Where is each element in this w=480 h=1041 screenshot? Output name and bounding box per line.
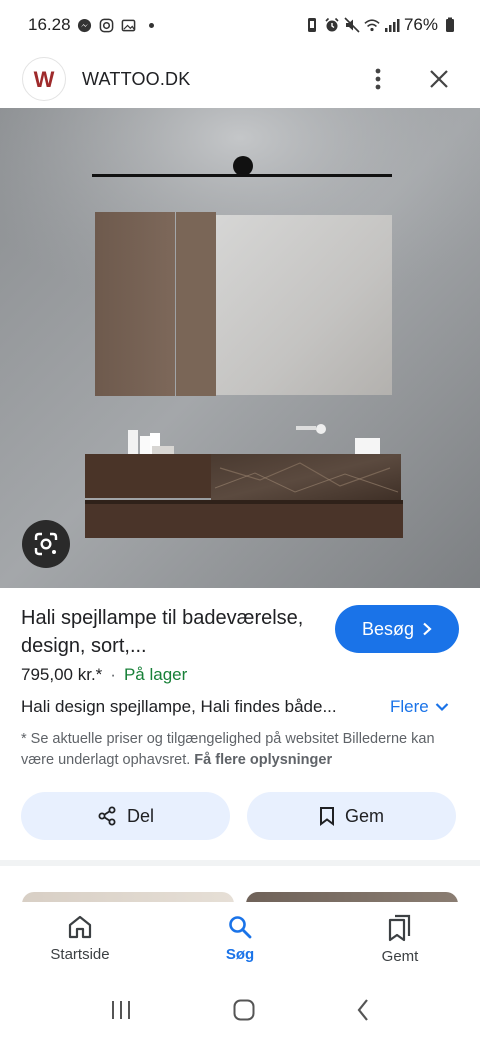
- system-nav-bar: [0, 984, 480, 1041]
- instagram-icon: [99, 17, 115, 33]
- nav-search[interactable]: Søg: [160, 902, 320, 982]
- nav-search-label: Søg: [225, 946, 255, 963]
- save-button[interactable]: Gem: [247, 792, 456, 840]
- gallery-icon: [121, 17, 137, 33]
- close-icon: [430, 70, 448, 88]
- bookmark-icon: [319, 807, 334, 826]
- share-button[interactable]: Del: [21, 792, 230, 840]
- more-info-link[interactable]: Få flere oplysninger: [194, 752, 332, 768]
- status-time: 16.28: [28, 15, 71, 34]
- alarm-icon: [324, 17, 340, 33]
- svg-text:W: W: [34, 67, 55, 91]
- disclaimer: * Se aktuelle priser og tilgængelighed p…: [21, 729, 461, 771]
- nav-saved-label: Gemt: [381, 948, 419, 965]
- site-header: W WATTOO.DK: [0, 50, 480, 108]
- more-vert-icon: [375, 68, 381, 90]
- recent-apps-button[interactable]: [110, 999, 132, 1026]
- nav-home[interactable]: Startside: [0, 902, 160, 982]
- section-divider: [0, 860, 480, 866]
- vibrate-icon: [304, 17, 320, 33]
- notification-dot: [148, 22, 154, 28]
- wifi-icon: [364, 17, 380, 33]
- wattoo-logo-icon: W: [34, 67, 55, 91]
- status-bar: 16.28 76%: [0, 0, 480, 50]
- visit-label: Besøg: [361, 618, 415, 639]
- product-price: 795,00 kr.*: [21, 665, 103, 684]
- signal-icon: [384, 17, 400, 33]
- chevron-down-icon: [435, 703, 449, 712]
- battery-percent: 76%: [403, 15, 438, 34]
- site-favicon[interactable]: W: [22, 57, 66, 101]
- nav-home-label: Startside: [50, 946, 110, 963]
- close-button[interactable]: [424, 64, 454, 94]
- recent-apps-icon: [112, 1001, 130, 1019]
- bookmarks-icon: [388, 914, 411, 942]
- more-label: Flere: [390, 697, 429, 716]
- battery-icon: [442, 17, 458, 33]
- save-label: Gem: [344, 805, 384, 826]
- home-button[interactable]: [232, 998, 256, 1027]
- more-button[interactable]: Flere: [390, 697, 449, 717]
- nav-saved[interactable]: Gemt: [320, 902, 480, 982]
- chevron-right-icon: [423, 622, 432, 636]
- home-circle-icon: [233, 999, 255, 1021]
- bottom-nav: Startside Søg Gemt: [0, 902, 480, 982]
- back-icon: [357, 999, 368, 1021]
- site-name[interactable]: WATTOO.DK: [82, 69, 190, 90]
- product-title[interactable]: Hali spejllampe til badeværelse, design,…: [21, 604, 321, 660]
- mute-icon: [344, 17, 360, 33]
- back-button[interactable]: [356, 998, 370, 1027]
- share-label: Del: [126, 805, 154, 826]
- stock-status: På lager: [123, 665, 188, 684]
- product-description: Hali design spejllampe, Hali findes både…: [21, 697, 337, 716]
- price-row: 795,00 kr.* · På lager: [21, 665, 187, 685]
- messenger-icon: [77, 17, 93, 33]
- more-options-button[interactable]: [366, 64, 390, 94]
- google-lens-button[interactable]: [22, 520, 70, 568]
- separator: ·: [110, 665, 116, 684]
- product-image[interactable]: [0, 108, 480, 588]
- share-icon: [98, 806, 116, 826]
- lens-icon: [34, 532, 58, 556]
- visit-button[interactable]: Besøg: [335, 605, 459, 653]
- search-icon: [229, 916, 252, 939]
- home-icon: [68, 915, 92, 939]
